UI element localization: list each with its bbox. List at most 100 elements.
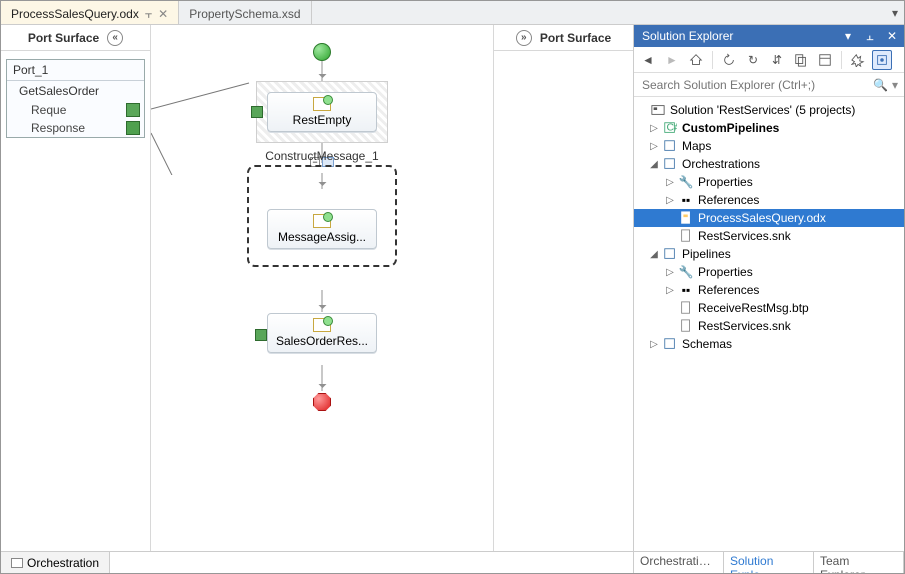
tree-project-maps[interactable]: ▷ Maps (634, 137, 904, 155)
expand-icon[interactable]: ▷ (648, 141, 660, 152)
orchestration-icon (11, 558, 23, 568)
expand-icon[interactable]: ▷ (648, 339, 660, 350)
expand-icon[interactable]: ▷ (664, 177, 676, 188)
collapse-all-icon[interactable]: ⇵ (767, 50, 787, 70)
tab-process-sales-query[interactable]: ProcessSalesQuery.odx ⫟ ✕ (1, 1, 179, 24)
message-assignment-shape[interactable]: MessageAssig... (267, 209, 377, 249)
solution-explorer-titlebar[interactable]: Solution Explorer ▾ ⫠ ✕ (634, 25, 904, 47)
tree-project-orchestrations[interactable]: ◢ Orchestrations (634, 155, 904, 173)
start-shape[interactable] (313, 43, 331, 61)
port-name: Port_1 (7, 60, 144, 81)
receive-shape[interactable]: RestEmpty (267, 92, 377, 132)
receive-port-connector[interactable] (251, 106, 263, 118)
node-label: ProcessSalesQuery.odx (698, 211, 826, 225)
expand-icon[interactable]: ▷ (664, 267, 676, 278)
key-file-icon (678, 229, 694, 243)
solution-explorer-toolbar: ◄ ► ↻ ⇵ (634, 47, 904, 73)
request-label: Reque (31, 103, 66, 117)
tree-properties[interactable]: ▷ 🔧 Properties (634, 173, 904, 191)
assign-label: MessageAssig... (278, 230, 366, 244)
collapse-left-icon[interactable]: « (107, 30, 123, 46)
collapse-right-icon[interactable]: » (516, 30, 532, 46)
tab-overflow-dropdown[interactable]: ▾ (886, 1, 904, 24)
back-icon[interactable]: ◄ (638, 50, 658, 70)
tree-file-btp[interactable]: ReceiveRestMsg.btp (634, 299, 904, 317)
expand-icon[interactable]: ▷ (648, 123, 660, 134)
properties-icon[interactable] (815, 50, 835, 70)
tab-label: ProcessSalesQuery.odx (11, 7, 139, 21)
tree-references[interactable]: ▷ ▪▪ References (634, 191, 904, 209)
odx-file-icon (678, 211, 694, 225)
solution-explorer-search[interactable]: 🔍 ▾ (634, 73, 904, 97)
connector-arrow (322, 173, 323, 189)
show-all-files-icon[interactable] (791, 50, 811, 70)
tree-references[interactable]: ▷ ▪▪ References (634, 281, 904, 299)
port-shape[interactable]: Port_1 GetSalesOrder Reque Response (6, 59, 145, 138)
port-surface-title: Port Surface (540, 31, 611, 45)
designer-tab-label: Orchestration (27, 556, 99, 570)
autohide-pin-icon[interactable]: ⫠ (862, 29, 878, 43)
view-icon[interactable] (872, 50, 892, 70)
stop-shape[interactable] (313, 393, 331, 411)
search-input[interactable] (640, 77, 873, 93)
request-row[interactable]: Reque (7, 101, 144, 119)
tab-orchestration-view[interactable]: Orchestration... (634, 552, 724, 573)
tree-project-custompipelines[interactable]: ▷ C# CustomPipelines (634, 119, 904, 137)
tree-properties[interactable]: ▷ 🔧 Properties (634, 263, 904, 281)
node-label: References (698, 193, 759, 207)
expand-icon[interactable]: ▷ (664, 195, 676, 206)
close-panel-icon[interactable]: ✕ (884, 29, 900, 43)
send-label: SalesOrderRes... (276, 334, 368, 348)
close-icon[interactable]: ✕ (158, 7, 168, 21)
construct-message-shape[interactable]: ConstructMessage_1 MessageAssig... (247, 165, 397, 267)
node-label: Maps (682, 139, 711, 153)
pin-icon[interactable]: ⫟ (145, 7, 152, 22)
collapse-icon[interactable]: ◢ (648, 159, 660, 170)
node-label: RestServices.snk (698, 319, 791, 333)
design-canvas[interactable]: RestEmpty − ConstructMessage_1 MessageAs… (151, 25, 493, 551)
response-port-node[interactable] (126, 121, 140, 135)
operation-name: GetSalesOrder (7, 81, 144, 101)
document-tabstrip: ProcessSalesQuery.odx ⫟ ✕ PropertySchema… (1, 1, 904, 25)
receive-label: RestEmpty (293, 113, 352, 127)
search-dropdown-icon[interactable]: ▾ (892, 78, 898, 92)
tab-team-explorer[interactable]: Team Explorer (814, 552, 904, 573)
search-icon[interactable]: 🔍 (873, 78, 888, 92)
tree-project-schemas[interactable]: ▷ Schemas (634, 335, 904, 353)
node-label: CustomPipelines (682, 121, 779, 135)
tree-file-snk[interactable]: RestServices.snk (634, 317, 904, 335)
solution-icon (650, 103, 666, 117)
send-port-connector[interactable] (255, 329, 267, 341)
key-file-icon (678, 319, 694, 333)
tab-solution-explorer[interactable]: Solution Explo... (724, 552, 814, 573)
forward-icon[interactable]: ► (662, 50, 682, 70)
project-icon: C# (662, 121, 678, 135)
request-port-node[interactable] (126, 103, 140, 117)
svg-text:C#: C# (667, 122, 678, 134)
connector-arrow (322, 61, 323, 81)
receive-icon (313, 97, 331, 111)
collapse-icon[interactable]: ◢ (648, 249, 660, 260)
btp-file-icon (678, 301, 694, 315)
designer-tab-orchestration[interactable]: Orchestration (1, 552, 110, 573)
node-label: References (698, 283, 759, 297)
tree-project-pipelines[interactable]: ◢ Pipelines (634, 245, 904, 263)
assign-icon (313, 214, 331, 228)
send-shape[interactable]: SalesOrderRes... (267, 313, 377, 353)
home-icon[interactable] (686, 50, 706, 70)
refresh-icon[interactable]: ↻ (743, 50, 763, 70)
tree-solution-root[interactable]: Solution 'RestServices' (5 projects) (634, 101, 904, 119)
preview-icon[interactable] (848, 50, 868, 70)
node-label: Solution 'RestServices' (5 projects) (670, 103, 855, 117)
tree-file-processsalesquery[interactable]: ProcessSalesQuery.odx (634, 209, 904, 227)
expand-icon[interactable]: ▷ (664, 285, 676, 296)
left-port-surface: Port Surface « Port_1 GetSalesOrder Requ… (1, 25, 151, 551)
project-icon (662, 139, 678, 153)
tab-property-schema[interactable]: PropertySchema.xsd (179, 1, 311, 24)
sync-icon[interactable] (719, 50, 739, 70)
solution-tree[interactable]: Solution 'RestServices' (5 projects) ▷ C… (634, 97, 904, 551)
window-position-icon[interactable]: ▾ (840, 29, 856, 43)
node-label: Pipelines (682, 247, 731, 261)
response-row[interactable]: Response (7, 119, 144, 137)
tree-file-snk[interactable]: RestServices.snk (634, 227, 904, 245)
